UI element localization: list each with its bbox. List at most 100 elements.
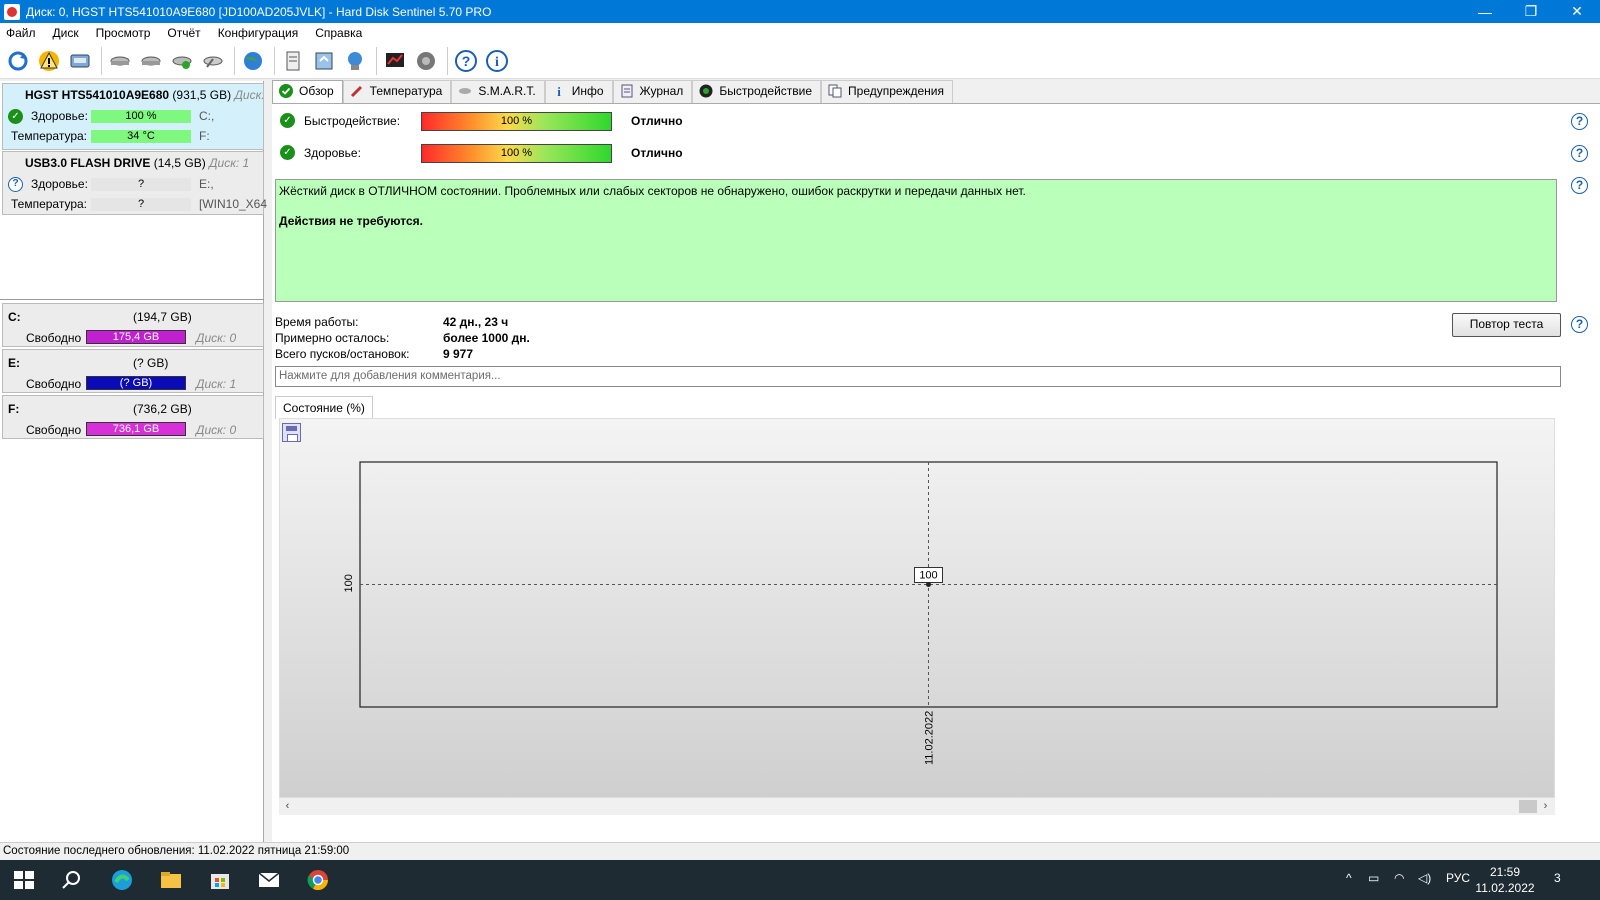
check-icon: ✓	[8, 109, 23, 124]
svg-text:i: i	[495, 55, 499, 70]
help-icon[interactable]: ?	[1571, 177, 1588, 194]
help-icon[interactable]: ?	[1571, 316, 1588, 333]
disk-list-panel: HGST HTS541010A9E680 (931,5 GB) Диск: 0 …	[0, 81, 267, 842]
sync-icon[interactable]	[310, 47, 338, 75]
store-icon[interactable]	[208, 868, 232, 892]
x-tick-label: 11.02.2022	[924, 711, 936, 765]
tab-performance[interactable]: Быстродействие	[692, 80, 822, 103]
y-tick-label: 100	[343, 574, 355, 592]
panel-divider	[0, 299, 264, 300]
disk-card-1[interactable]: USB3.0 FLASH DRIVE (14,5 GB) Диск: 1 ? З…	[2, 151, 267, 215]
status-text: Жёсткий диск в ОТЛИЧНОМ состоянии. Пробл…	[279, 184, 1026, 198]
drive-test-icon[interactable]	[199, 47, 227, 75]
svg-text:i: i	[557, 84, 561, 98]
info-value: 9 977	[443, 347, 474, 361]
tab-label: Быстродействие	[719, 84, 813, 98]
drive-icon	[458, 84, 472, 98]
thermometer-icon	[350, 84, 364, 98]
globe-icon[interactable]	[239, 47, 267, 75]
disk-temp-row: Температура: ? [WIN10_X64	[3, 194, 267, 214]
drive-check-icon[interactable]	[168, 47, 196, 75]
chrome-icon[interactable]	[306, 868, 330, 892]
drive-f[interactable]: F: (736,2 GB) Свободно 736,1 GB Диск: 0	[2, 395, 264, 439]
maximize-button[interactable]: ❐	[1508, 0, 1554, 23]
menu-help[interactable]: Справка	[309, 26, 373, 40]
disk-number: Диск: 1	[209, 156, 250, 170]
drive-icon[interactable]	[106, 47, 134, 75]
tab-status-chart[interactable]: Состояние (%)	[275, 396, 373, 419]
tab-overview[interactable]: Обзор	[272, 80, 343, 104]
menu-disk[interactable]: Диск	[47, 26, 90, 40]
language-indicator[interactable]: РУС	[1446, 871, 1470, 885]
window-title: Диск: 0, HGST HTS541010A9E680 [JD100AD20…	[26, 4, 492, 19]
disk-size: (931,5 GB)	[172, 88, 232, 102]
disk-info-icon[interactable]	[66, 47, 94, 75]
close-button[interactable]: ✕	[1554, 0, 1600, 23]
notifications-icon[interactable]: 3	[1554, 871, 1561, 885]
disk-card-0[interactable]: HGST HTS541010A9E680 (931,5 GB) Диск: 0 …	[2, 83, 264, 150]
network-icon[interactable]	[341, 47, 369, 75]
info-table: Время работы: 42 дн., 23 ч Примерно оста…	[275, 315, 575, 363]
refresh-icon[interactable]	[4, 47, 32, 75]
volume-icon[interactable]: ◁)	[1418, 871, 1431, 885]
help-icon[interactable]: ?	[452, 47, 480, 75]
drive-e[interactable]: E: (? GB) Свободно (? GB) Диск: 1	[2, 349, 264, 393]
retest-button[interactable]: Повтор теста	[1452, 313, 1561, 337]
comment-field[interactable]: Нажмите для добавления комментария...	[275, 366, 1561, 387]
tab-temperature[interactable]: Температура	[342, 80, 452, 103]
drive-disk-number: Диск: 1	[196, 377, 237, 391]
question-icon: ?	[8, 177, 23, 192]
remaining-row: Примерно осталось: более 1000 дн.	[275, 331, 575, 347]
report-icon[interactable]	[279, 47, 307, 75]
show-hidden-icons-icon[interactable]: ^	[1346, 871, 1352, 885]
partition-list: E:,	[199, 177, 214, 191]
menu-configuration[interactable]: Конфигурация	[212, 26, 310, 40]
file-explorer-icon[interactable]	[159, 868, 183, 892]
health-bar: ?	[91, 178, 191, 191]
drive-settings-icon[interactable]	[137, 47, 165, 75]
alert-icon[interactable]	[35, 47, 63, 75]
point-label: 100	[919, 570, 937, 582]
overview-panel: ✓ Быстродействие: 100 % Отлично ? ✓ Здор…	[272, 103, 1600, 842]
tab-info[interactable]: i Инфо	[544, 80, 613, 103]
tab-warnings[interactable]: Предупреждения	[821, 80, 953, 103]
tab-smart[interactable]: S.M.A.R.T.	[451, 80, 545, 103]
temperature-label: Температура:	[11, 197, 88, 211]
scroll-thumb[interactable]	[1519, 800, 1537, 813]
windows-start-icon[interactable]	[12, 868, 36, 892]
temperature-bar: ?	[91, 198, 191, 211]
scroll-left-icon[interactable]: ‹	[279, 798, 296, 815]
menu-report[interactable]: Отчёт	[161, 26, 211, 40]
minimize-button[interactable]: —	[1462, 0, 1508, 23]
battery-icon[interactable]: ▭	[1368, 871, 1379, 885]
health-bar: 100 %	[91, 110, 191, 123]
toolbar-separator	[234, 46, 235, 75]
help-icon[interactable]: ?	[1571, 113, 1588, 130]
status-bar: Состояние последнего обновления: 11.02.2…	[0, 842, 1600, 860]
tab-label: Инфо	[571, 84, 604, 98]
info-icon[interactable]: i	[483, 47, 511, 75]
menu-view[interactable]: Просмотр	[90, 26, 162, 40]
tab-bar: Обзор Температура S.M.A.R.T. i Инфо Журн…	[272, 80, 953, 104]
mail-icon[interactable]	[257, 868, 281, 892]
menu-file[interactable]: Файл	[0, 26, 47, 40]
wifi-icon[interactable]: ◠	[1394, 871, 1404, 885]
monitor-chart-icon[interactable]	[381, 47, 409, 75]
disk-temp-row: Температура: 34 °C F:	[3, 126, 263, 146]
clock[interactable]: 21:59 11.02.2022	[1470, 864, 1540, 896]
sound-icon[interactable]	[412, 47, 440, 75]
drive-letter: E:	[8, 356, 20, 370]
performance-bar: 100 %	[421, 112, 612, 131]
tab-log[interactable]: Журнал	[612, 80, 693, 103]
chart-scrollbar[interactable]: ‹ ›	[279, 798, 1555, 815]
search-icon[interactable]	[60, 868, 84, 892]
free-label: Свободно	[26, 423, 82, 437]
scroll-right-icon[interactable]: ›	[1537, 798, 1554, 815]
edge-browser-icon[interactable]	[110, 868, 134, 892]
help-icon[interactable]: ?	[1571, 145, 1588, 162]
taskbar: ^ ▭ ◠ ◁) РУС 21:59 11.02.2022 3	[0, 860, 1600, 900]
health-label: Здоровье:	[31, 109, 88, 123]
free-label: Свободно	[26, 331, 82, 345]
drive-c[interactable]: C: (194,7 GB) Свободно 175,4 GB Диск: 0	[2, 303, 264, 347]
disk-model: HGST HTS541010A9E680	[25, 88, 170, 102]
